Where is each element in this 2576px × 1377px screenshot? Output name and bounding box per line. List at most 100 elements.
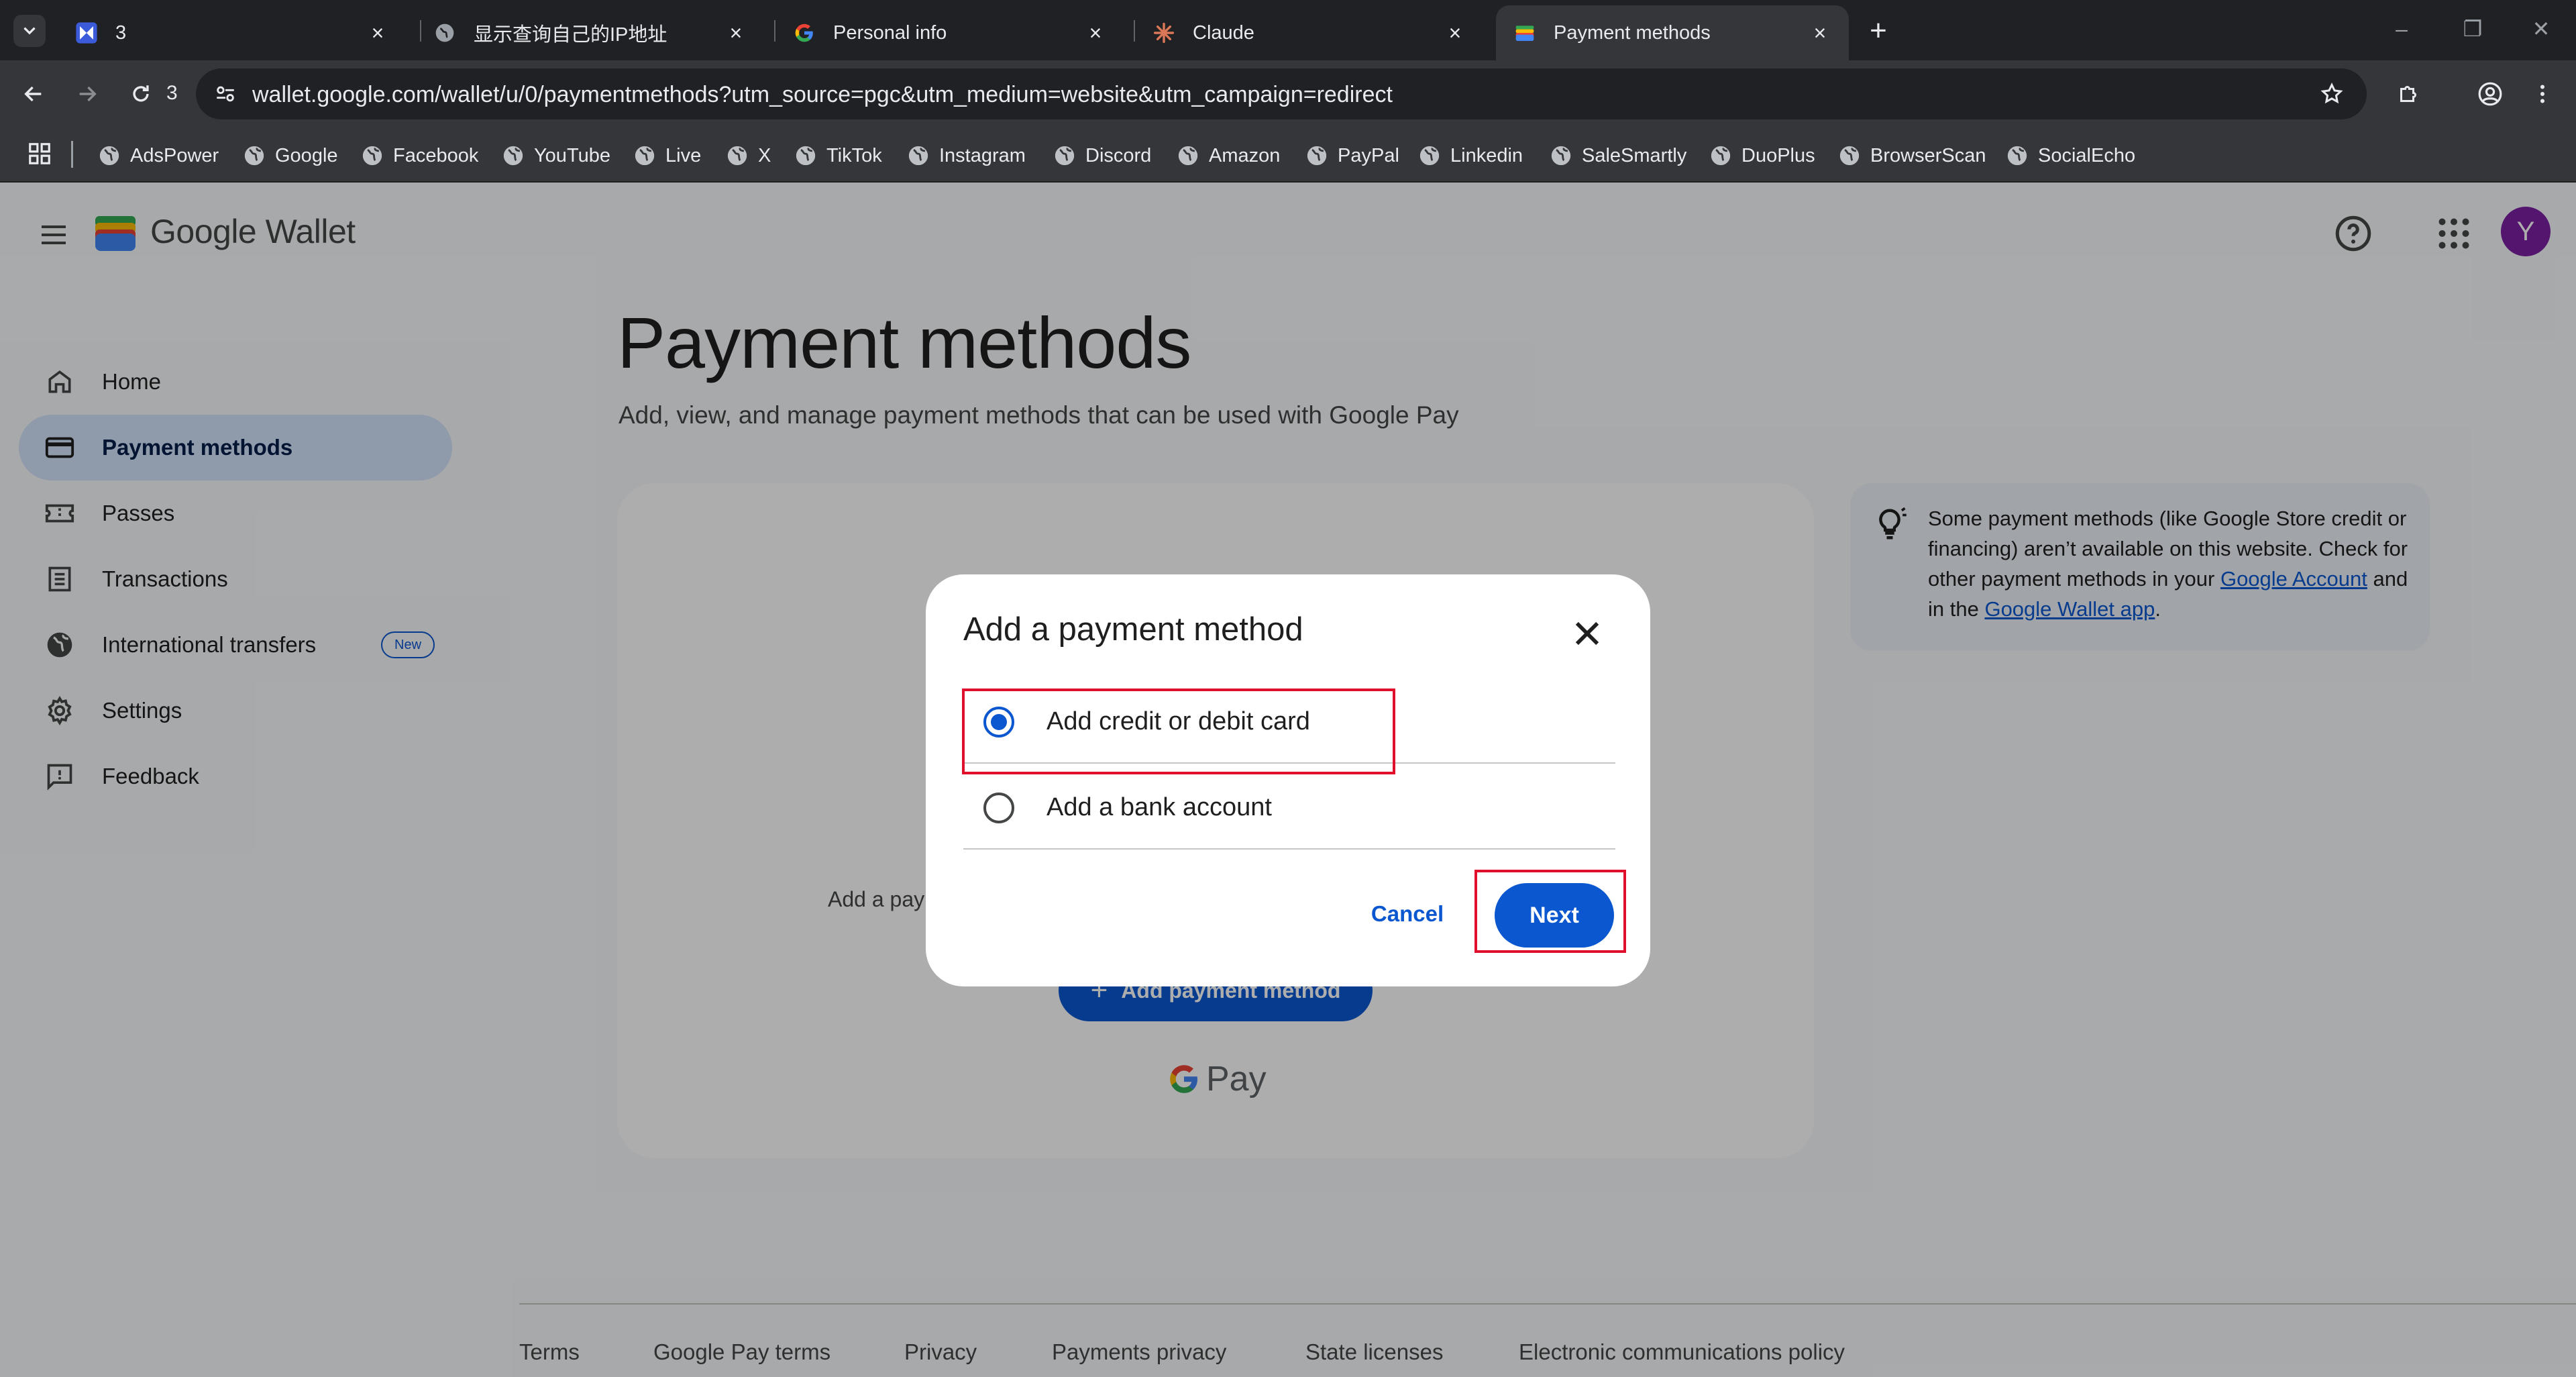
bookmark-paypal[interactable]: PayPal — [1305, 142, 1399, 169]
bookmark-label: TikTok — [826, 144, 882, 166]
close-icon[interactable]: × — [1084, 21, 1107, 45]
bookmark-google[interactable]: Google — [243, 142, 338, 169]
globe-icon — [908, 146, 928, 166]
restore-icon[interactable]: ❐ — [2453, 12, 2493, 46]
bookmark-label: Linkedin — [1450, 144, 1523, 166]
tab-4[interactable]: Claude × — [1135, 5, 1484, 60]
wallet-icon — [1513, 21, 1536, 44]
close-icon[interactable]: × — [366, 21, 389, 45]
tab-title: Claude — [1193, 21, 1254, 44]
arrow-right-icon — [79, 86, 97, 102]
bookmark-linkedin[interactable]: Linkedin — [1418, 142, 1523, 169]
bookmark-x[interactable]: X — [726, 142, 771, 169]
radio-button[interactable] — [983, 793, 1014, 823]
bookmark-amazon[interactable]: Amazon — [1177, 142, 1280, 169]
chevron-down-icon — [23, 27, 36, 35]
bookmarks-bar: AdsPower Google Facebook YouTube Live X TikTok… — [0, 128, 2576, 183]
tab-search-button[interactable] — [13, 15, 46, 47]
globe-icon — [99, 146, 119, 166]
new-tab-button[interactable]: + — [1862, 14, 1894, 47]
bookmark-facebook[interactable]: Facebook — [361, 142, 478, 169]
app-logo-icon — [75, 21, 98, 44]
bookmark-live[interactable]: Live — [633, 142, 701, 169]
claude-icon — [1152, 21, 1175, 44]
arrow-left-icon — [24, 86, 42, 102]
tab-count: 3 — [166, 82, 178, 104]
back-button[interactable] — [15, 75, 52, 113]
browser-menu-button[interactable] — [2524, 75, 2561, 113]
globe-icon — [1839, 146, 1860, 166]
bookmark-duoplus[interactable]: DuoPlus — [1709, 142, 1815, 169]
add-payment-method-dialog: Add a payment method Add credit or debit… — [926, 574, 1650, 986]
bookmark-label: DuoPlus — [1741, 144, 1815, 166]
tab-title: 3 — [115, 21, 127, 44]
close-icon[interactable]: × — [1444, 21, 1466, 45]
profile-icon — [2478, 82, 2502, 106]
bookmark-browserscan[interactable]: BrowserScan — [1838, 142, 1986, 169]
close-window-icon[interactable]: ✕ — [2521, 12, 2561, 46]
bookmark-salesmartly[interactable]: SaleSmartly — [1550, 142, 1686, 169]
forward-button[interactable] — [68, 75, 106, 113]
globe-icon — [2007, 146, 2027, 166]
bookmark-label: SaleSmartly — [1582, 144, 1687, 166]
site-settings-icon[interactable] — [211, 79, 240, 109]
reload-button[interactable] — [122, 75, 160, 113]
cancel-button[interactable]: Cancel — [1360, 887, 1454, 941]
bookmark-discord[interactable]: Discord — [1053, 142, 1151, 169]
address-bar[interactable]: wallet.google.com/wallet/u/0/paymentmeth… — [196, 68, 2367, 119]
bookmark-label: PayPal — [1338, 144, 1399, 166]
bookmark-label: Discord — [1085, 144, 1152, 166]
option-bank-account[interactable]: Add a bank account — [963, 764, 1615, 850]
globe-icon — [433, 21, 456, 44]
apps-shortcut-icon[interactable] — [27, 141, 52, 166]
globe-icon — [796, 146, 816, 166]
globe-icon — [1178, 146, 1198, 166]
tab-title: 显示查询自己的IP地址 — [474, 24, 667, 46]
bookmark-youtube[interactable]: YouTube — [502, 142, 610, 169]
bookmark-label: AdsPower — [130, 144, 219, 166]
globe-icon — [244, 146, 264, 166]
close-icon[interactable]: × — [1809, 21, 1831, 45]
bookmark-tiktok[interactable]: TikTok — [794, 142, 882, 169]
kebab-menu-icon — [2540, 85, 2544, 103]
extensions-button[interactable] — [2390, 75, 2427, 113]
highlight-box-next-button — [1474, 870, 1626, 953]
dialog-title: Add a payment method — [963, 611, 1303, 648]
tab-1[interactable]: 3 × — [58, 5, 407, 60]
puzzle-icon — [2400, 86, 2416, 102]
close-icon[interactable]: × — [724, 21, 747, 45]
bookmark-label: YouTube — [534, 144, 610, 166]
globe-icon — [635, 146, 655, 166]
bookmark-label: Facebook — [393, 144, 479, 166]
profile-button[interactable] — [2471, 75, 2509, 113]
bookmark-socialecho[interactable]: SocialEcho — [2006, 142, 2135, 169]
globe-icon — [727, 146, 747, 166]
bookmark-label: Amazon — [1209, 144, 1281, 166]
tab-3[interactable]: Personal info × — [775, 5, 1124, 60]
bookmark-label: X — [758, 144, 771, 166]
bookmark-label: Instagram — [939, 144, 1026, 166]
globe-icon — [1307, 146, 1327, 166]
globe-icon — [1551, 146, 1571, 166]
browser-toolbar: 3 wallet.google.com/wallet/u/0/paymentme… — [0, 60, 2576, 128]
reload-icon — [133, 85, 149, 102]
globe-icon — [1711, 146, 1731, 166]
bookmarks-separator — [71, 141, 73, 168]
bookmark-instagram[interactable]: Instagram — [907, 142, 1026, 169]
bookmark-label: Live — [665, 144, 702, 166]
globe-icon — [1055, 146, 1075, 166]
bookmark-adspower[interactable]: AdsPower — [98, 142, 219, 169]
close-icon[interactable] — [1570, 616, 1605, 651]
google-g-icon — [793, 21, 816, 44]
globe-icon — [503, 146, 523, 166]
minimize-icon[interactable]: – — [2381, 12, 2422, 46]
option-label: Add a bank account — [1046, 793, 1272, 821]
globe-icon — [362, 146, 382, 166]
bookmark-star-icon[interactable] — [2317, 79, 2347, 109]
tab-2[interactable]: 显示查询自己的IP地址 × — [416, 5, 765, 60]
url-text[interactable]: wallet.google.com/wallet/u/0/paymentmeth… — [252, 82, 1393, 108]
globe-icon — [1419, 146, 1440, 166]
tab-title: Personal info — [833, 21, 947, 44]
bookmark-label: BrowserScan — [1870, 144, 1986, 166]
tab-5-active[interactable]: Payment methods × — [1496, 5, 1849, 60]
